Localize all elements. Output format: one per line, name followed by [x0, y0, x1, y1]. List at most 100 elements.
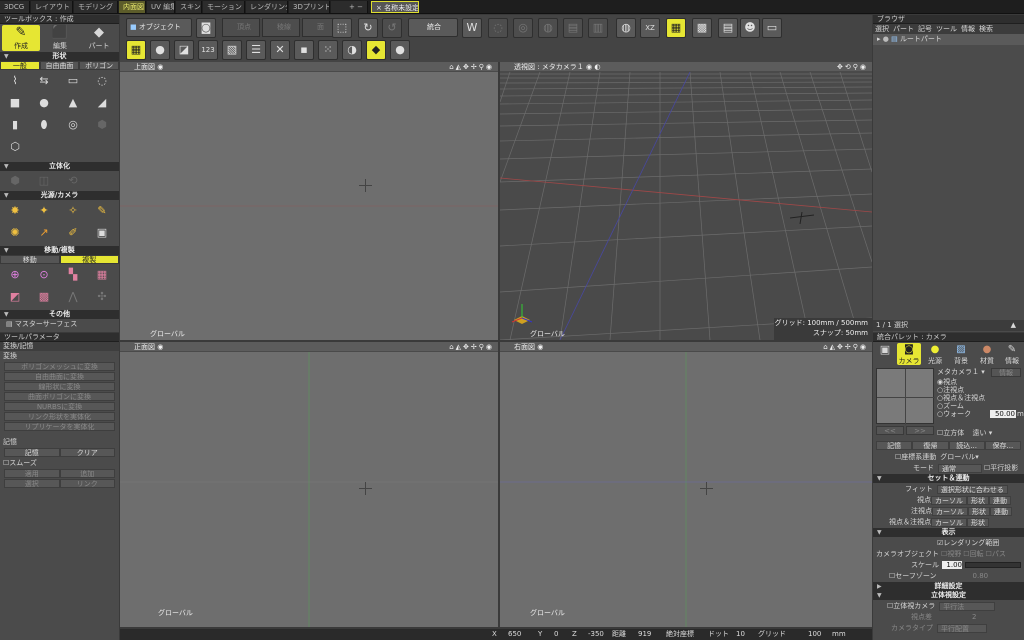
xz-plane-icon[interactable]: XZ [640, 18, 660, 38]
tab-3dprint[interactable]: 3Dプリント [289, 1, 330, 13]
point-light-icon[interactable]: ✸ [6, 202, 24, 220]
directional-light-icon[interactable]: ✧ [64, 202, 82, 220]
cube-row[interactable]: ☐立方体 遠い ▾ [937, 429, 992, 438]
camera-snapshot-icon[interactable]: ◙ [196, 18, 216, 38]
sphere-preview-icon[interactable]: ● [390, 40, 410, 60]
section-solid[interactable]: ▼ 立体化 [0, 162, 119, 171]
scale-copy-icon[interactable]: ▚ [64, 266, 82, 284]
globe-icon[interactable]: ◍ [616, 18, 636, 38]
palette-tab-camera[interactable]: ◙ カメラ [897, 343, 921, 365]
viewport-controls-icon[interactable]: ⌂◭✥✢⚲◉ [449, 342, 494, 352]
four-view-icon[interactable]: ▦ [666, 18, 686, 38]
tab-motion[interactable]: モーション [203, 1, 245, 13]
tab-add-remove[interactable]: + − [331, 1, 368, 13]
convert-line-button[interactable]: 線形状に変換 [4, 382, 115, 391]
camera-type-dropdown[interactable]: 平行配置 [937, 623, 987, 633]
box-icon[interactable]: ■ [6, 94, 24, 112]
shape-tab-freeform[interactable]: 自由曲面 [39, 61, 80, 70]
camera-mode-dropdown[interactable]: 通常 [938, 463, 982, 473]
capsule-icon[interactable]: ⬮ [35, 116, 53, 134]
target-icon[interactable]: ◉ [537, 343, 543, 351]
section-stereo[interactable]: ▼ 立体視設定 [873, 591, 1024, 600]
pyramid-icon[interactable]: ◢ [93, 94, 111, 112]
target-shape-button[interactable]: 形状 [968, 506, 990, 516]
prev-camera-button[interactable]: << [876, 426, 904, 435]
section-detail[interactable]: ▶ 詳細設定 [873, 582, 1024, 591]
head-icon[interactable]: ☻ [740, 18, 760, 38]
ray-light-icon[interactable]: ↗ [35, 224, 53, 242]
mode-edit[interactable]: ⬛ 編集 [41, 25, 79, 51]
target-icon[interactable]: ◉ [157, 63, 163, 71]
section-light[interactable]: ▼ 光源/カメラ [0, 191, 119, 200]
palette-tab-background[interactable]: ▨ 背景 [949, 343, 973, 365]
spot-light-icon[interactable]: ✦ [35, 202, 53, 220]
keyboard-icon[interactable]: ▤ [718, 18, 738, 38]
section-shape[interactable]: ▼ 形状 [0, 52, 119, 61]
viewport-perspective[interactable]: 透視図 : メタカメラ１ ◉ ◐ ✥⟲⚲◉ グリッド: 100mm / 500mm… [500, 62, 872, 340]
browser-menu-info[interactable]: 情報 [959, 24, 977, 34]
polyhedron-icon[interactable]: ⬡ [6, 138, 24, 156]
section-other[interactable]: ▼ その他 [0, 310, 119, 319]
tab-uv[interactable]: UV 編集 [147, 1, 175, 13]
next-camera-button[interactable]: >> [906, 426, 934, 435]
target-cursor-button[interactable]: カーソル [932, 506, 968, 516]
convert-subdiv-button[interactable]: 曲面ポリゴンに変換 [4, 392, 115, 401]
vertex-mode-button[interactable]: 頂点 [222, 18, 260, 37]
target-link-button[interactable]: 連動 [990, 506, 1012, 516]
browser-menu-tool[interactable]: ツール [934, 24, 959, 34]
palette-settings-icon[interactable]: ▣ [875, 343, 895, 365]
camera-preview[interactable] [876, 368, 935, 425]
sphere-icon[interactable]: ● [35, 94, 53, 112]
camera-info-button[interactable]: 情報 [991, 368, 1021, 377]
viewpoint-link-button[interactable]: 連動 [989, 495, 1011, 505]
fullscreen-icon[interactable]: ▭ [762, 18, 782, 38]
memorize-button[interactable]: 記憶 [4, 448, 60, 457]
half-shade-icon[interactable]: ◑ [342, 40, 362, 60]
point-display-icon[interactable]: ▪ [294, 40, 314, 60]
move-tab-copy[interactable]: 複製 [59, 255, 119, 264]
target-icon[interactable]: ◉ [157, 343, 163, 351]
add-button[interactable]: 追加 [59, 469, 115, 478]
viewport-controls-icon[interactable]: ⌂◭✥✢⚲◉ [823, 342, 868, 352]
section-move[interactable]: ▼ 移動/複製 [0, 246, 119, 255]
viewpoint-shape-button[interactable]: 形状 [967, 495, 989, 505]
viewport-controls-icon[interactable]: ⌂◭✥✢⚲◉ [449, 62, 494, 72]
fit-selection-button[interactable]: 選択形状に合わせる [936, 484, 1008, 494]
camera-name-dropdown[interactable]: メタカメラ１ ▾ [937, 368, 987, 377]
circle-icon[interactable]: ◌ [93, 72, 111, 90]
safe-zone-value[interactable]: 0.80 [973, 572, 989, 580]
radio-zoom[interactable]: ○ズーム [937, 402, 985, 410]
edge-display-icon[interactable]: ✕ [270, 40, 290, 60]
both-cursor-button[interactable]: カーソル [931, 517, 967, 527]
status-unit[interactable]: mm [832, 629, 846, 640]
shaded-icon[interactable]: ● [150, 40, 170, 60]
radio-viewpoint[interactable]: ◉視点 [937, 378, 985, 386]
shape-tab-general[interactable]: 一般 [0, 61, 40, 70]
rotate-view-icon[interactable]: ↻ [358, 18, 378, 38]
grid-copy-icon[interactable]: ▩ [35, 288, 53, 306]
cylinder-icon[interactable]: ▮ [6, 116, 24, 134]
tab-layout[interactable]: レイアウト [31, 1, 73, 13]
edge-mode-button[interactable]: 稜線 [262, 18, 300, 37]
camobj-fov[interactable]: ☐視野 [941, 549, 961, 559]
status-abs-dropdown[interactable]: 絶対座標 [666, 629, 694, 640]
object-mode-button[interactable]: ■ オブジェクト [126, 18, 192, 37]
open-line-icon[interactable]: ⌇ [6, 72, 24, 90]
viewport-controls-icon[interactable]: ✥⟲⚲◉ [837, 62, 868, 72]
number-display-icon[interactable]: 123 [198, 40, 218, 60]
eye-diff-value[interactable]: 2 [972, 613, 976, 621]
viewport-front[interactable]: 正面図 ◉ ⌂◭✥✢⚲◉ グローバル [120, 342, 498, 627]
mirror-copy-icon[interactable]: ◩ [6, 288, 24, 306]
apply-button[interactable]: 適用 [4, 469, 60, 478]
viewport-top[interactable]: 上面図 ◉ ⌂◭✥✢⚲◉ グローバル [120, 62, 498, 340]
array-copy-icon[interactable]: ▦ [93, 266, 111, 284]
camera-create-icon[interactable]: ▣ [93, 224, 111, 242]
move-tab-move[interactable]: 移動 [0, 255, 60, 264]
section-display[interactable]: ▼ 表示 [873, 528, 1024, 537]
coord-link-row[interactable]: ☐ 座標系連動 グローバル ▾ [873, 452, 1024, 462]
tab-document[interactable]: × 名称未設定 [371, 1, 419, 13]
camera-save-button[interactable]: 保存... [984, 441, 1021, 450]
area-light-icon[interactable]: ✎ [93, 202, 111, 220]
convert-polymesh-button[interactable]: ポリゴンメッシュに変換 [4, 362, 115, 371]
texture-icon[interactable]: ◪ [174, 40, 194, 60]
